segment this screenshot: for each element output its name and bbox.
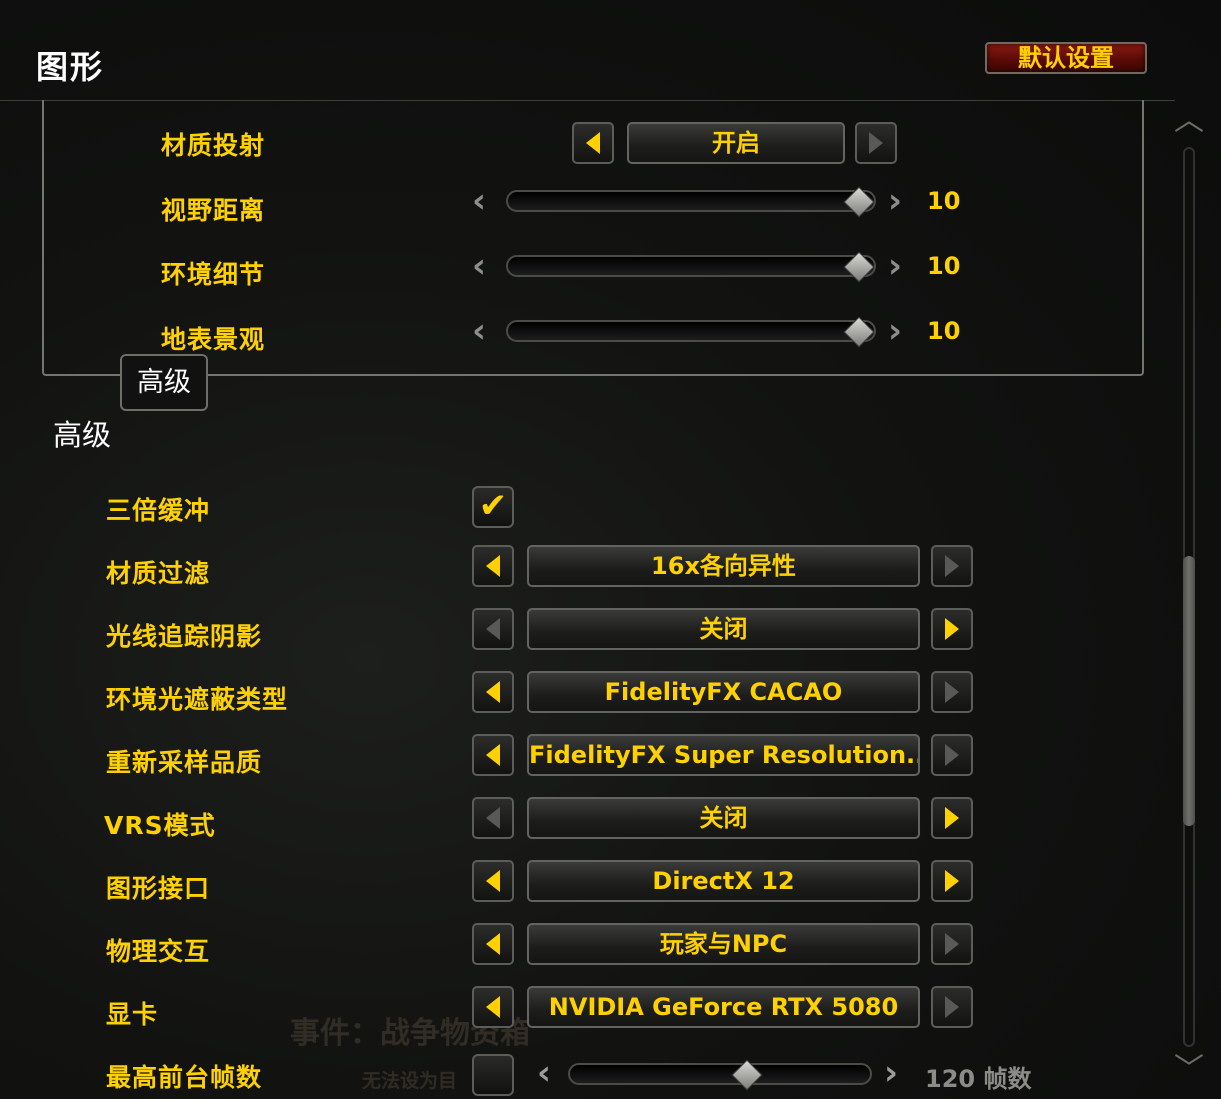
view-distance-slider[interactable] bbox=[506, 186, 876, 218]
arrow-right-icon bbox=[945, 870, 959, 892]
setting-label-triple-buffering: 三倍缓冲 bbox=[106, 496, 211, 525]
arrow-right-icon bbox=[945, 933, 959, 955]
environment-detail-slider[interactable] bbox=[506, 251, 876, 283]
vrs-mode-value[interactable]: 关闭 bbox=[527, 797, 920, 839]
scrollbar-thumb[interactable] bbox=[1183, 556, 1195, 826]
arrow-left-icon bbox=[586, 132, 600, 154]
graphics-api-prev-button[interactable] bbox=[472, 860, 514, 902]
ambient-occlusion-value[interactable]: FidelityFX CACAO bbox=[527, 671, 920, 713]
physics-interaction-value[interactable]: 玩家与NPC bbox=[527, 923, 920, 965]
setting-label-graphics-card: 显卡 bbox=[106, 1000, 159, 1029]
graphics-api-next-button[interactable] bbox=[931, 860, 973, 902]
ambient-occlusion-prev-button[interactable] bbox=[472, 671, 514, 713]
arrow-left-icon bbox=[486, 870, 500, 892]
graphics-card-prev-button[interactable] bbox=[472, 986, 514, 1028]
environment-detail-increase-icon[interactable]: › bbox=[888, 249, 902, 283]
ambient-occlusion-next-button[interactable] bbox=[931, 671, 973, 713]
vrs-mode-prev-button[interactable] bbox=[472, 797, 514, 839]
view-distance-increase-icon[interactable]: › bbox=[888, 184, 902, 218]
max-fps-slider-thumb[interactable] bbox=[731, 1059, 763, 1091]
max-fps-slider[interactable] bbox=[568, 1059, 872, 1091]
texture-projection-value[interactable]: 开启 bbox=[627, 122, 845, 164]
texture-filtering-next-button[interactable] bbox=[931, 545, 973, 587]
arrow-left-icon bbox=[486, 807, 500, 829]
graphics-api-value[interactable]: DirectX 12 bbox=[527, 860, 920, 902]
texture-filtering-prev-button[interactable] bbox=[472, 545, 514, 587]
ray-traced-shadows-prev-button[interactable] bbox=[472, 608, 514, 650]
background-sub-text: 无法设为目 bbox=[362, 1070, 458, 1092]
chevron-up-icon[interactable]: ︿ bbox=[1174, 106, 1204, 136]
setting-label-resample-quality: 重新采样品质 bbox=[106, 748, 263, 777]
view-distance-decrease-icon[interactable]: ‹ bbox=[472, 184, 486, 218]
arrow-left-icon bbox=[486, 933, 500, 955]
arrow-right-icon bbox=[945, 555, 959, 577]
setting-label-ray-traced-shadows: 光线追踪阴影 bbox=[106, 622, 263, 651]
tab-advanced[interactable]: 高级 bbox=[120, 354, 208, 411]
ground-clutter-decrease-icon[interactable]: ‹ bbox=[472, 314, 486, 348]
setting-label-texture-filtering: 材质过滤 bbox=[106, 559, 211, 588]
chevron-down-icon[interactable]: ﹀ bbox=[1174, 1055, 1204, 1085]
environment-detail-value: 10 bbox=[927, 252, 961, 280]
ray-traced-shadows-value[interactable]: 关闭 bbox=[527, 608, 920, 650]
ray-traced-shadows-next-button[interactable] bbox=[931, 608, 973, 650]
arrow-right-icon bbox=[945, 996, 959, 1018]
max-fps-value: 120 帧数 bbox=[925, 1065, 1032, 1093]
arrow-left-icon bbox=[486, 744, 500, 766]
ground-clutter-value: 10 bbox=[927, 317, 961, 345]
arrow-right-icon bbox=[869, 132, 883, 154]
physics-interaction-next-button[interactable] bbox=[931, 923, 973, 965]
max-foreground-fps-checkbox[interactable] bbox=[472, 1054, 514, 1096]
setting-label-ground-clutter: 地表景观 bbox=[161, 325, 266, 354]
setting-label-physics-interaction: 物理交互 bbox=[106, 937, 211, 966]
resample-quality-prev-button[interactable] bbox=[472, 734, 514, 776]
page-title: 图形 bbox=[36, 48, 105, 86]
environment-detail-decrease-icon[interactable]: ‹ bbox=[472, 249, 486, 283]
max-fps-decrease-icon[interactable]: ‹ bbox=[537, 1056, 551, 1090]
setting-label-environment-detail: 环境细节 bbox=[161, 260, 266, 289]
resample-quality-next-button[interactable] bbox=[931, 734, 973, 776]
setting-label-graphics-api: 图形接口 bbox=[106, 874, 211, 903]
advanced-section-title: 高级 bbox=[53, 418, 112, 452]
texture-projection-prev-button[interactable] bbox=[572, 122, 614, 164]
resample-quality-value[interactable]: FidelityFX Super Resolution... bbox=[527, 734, 920, 776]
arrow-left-icon bbox=[486, 555, 500, 577]
view-distance-value: 10 bbox=[927, 187, 961, 215]
ground-clutter-slider[interactable] bbox=[506, 316, 876, 348]
arrow-left-icon bbox=[486, 618, 500, 640]
setting-label-texture-projection: 材质投射 bbox=[161, 131, 266, 160]
setting-label-vrs-mode: VRS模式 bbox=[104, 811, 216, 840]
setting-label-view-distance: 视野距离 bbox=[161, 196, 266, 225]
graphics-card-value[interactable]: NVIDIA GeForce RTX 5080 bbox=[527, 986, 920, 1028]
arrow-left-icon bbox=[486, 996, 500, 1018]
arrow-right-icon bbox=[945, 618, 959, 640]
default-settings-button[interactable]: 默认设置 bbox=[985, 42, 1147, 74]
ground-clutter-increase-icon[interactable]: › bbox=[888, 314, 902, 348]
arrow-left-icon bbox=[486, 681, 500, 703]
checkmark-icon: ✔ bbox=[478, 486, 508, 526]
texture-projection-next-button[interactable] bbox=[855, 122, 897, 164]
setting-label-max-foreground-fps: 最高前台帧数 bbox=[106, 1063, 263, 1092]
physics-interaction-prev-button[interactable] bbox=[472, 923, 514, 965]
triple-buffering-checkbox[interactable]: ✔ bbox=[472, 486, 514, 528]
texture-filtering-value[interactable]: 16x各向异性 bbox=[527, 545, 920, 587]
arrow-right-icon bbox=[945, 681, 959, 703]
arrow-right-icon bbox=[945, 744, 959, 766]
max-fps-increase-icon[interactable]: › bbox=[884, 1056, 898, 1090]
vrs-mode-next-button[interactable] bbox=[931, 797, 973, 839]
arrow-right-icon bbox=[945, 807, 959, 829]
graphics-card-next-button[interactable] bbox=[931, 986, 973, 1028]
setting-label-ambient-occlusion-type: 环境光遮蔽类型 bbox=[106, 685, 289, 714]
